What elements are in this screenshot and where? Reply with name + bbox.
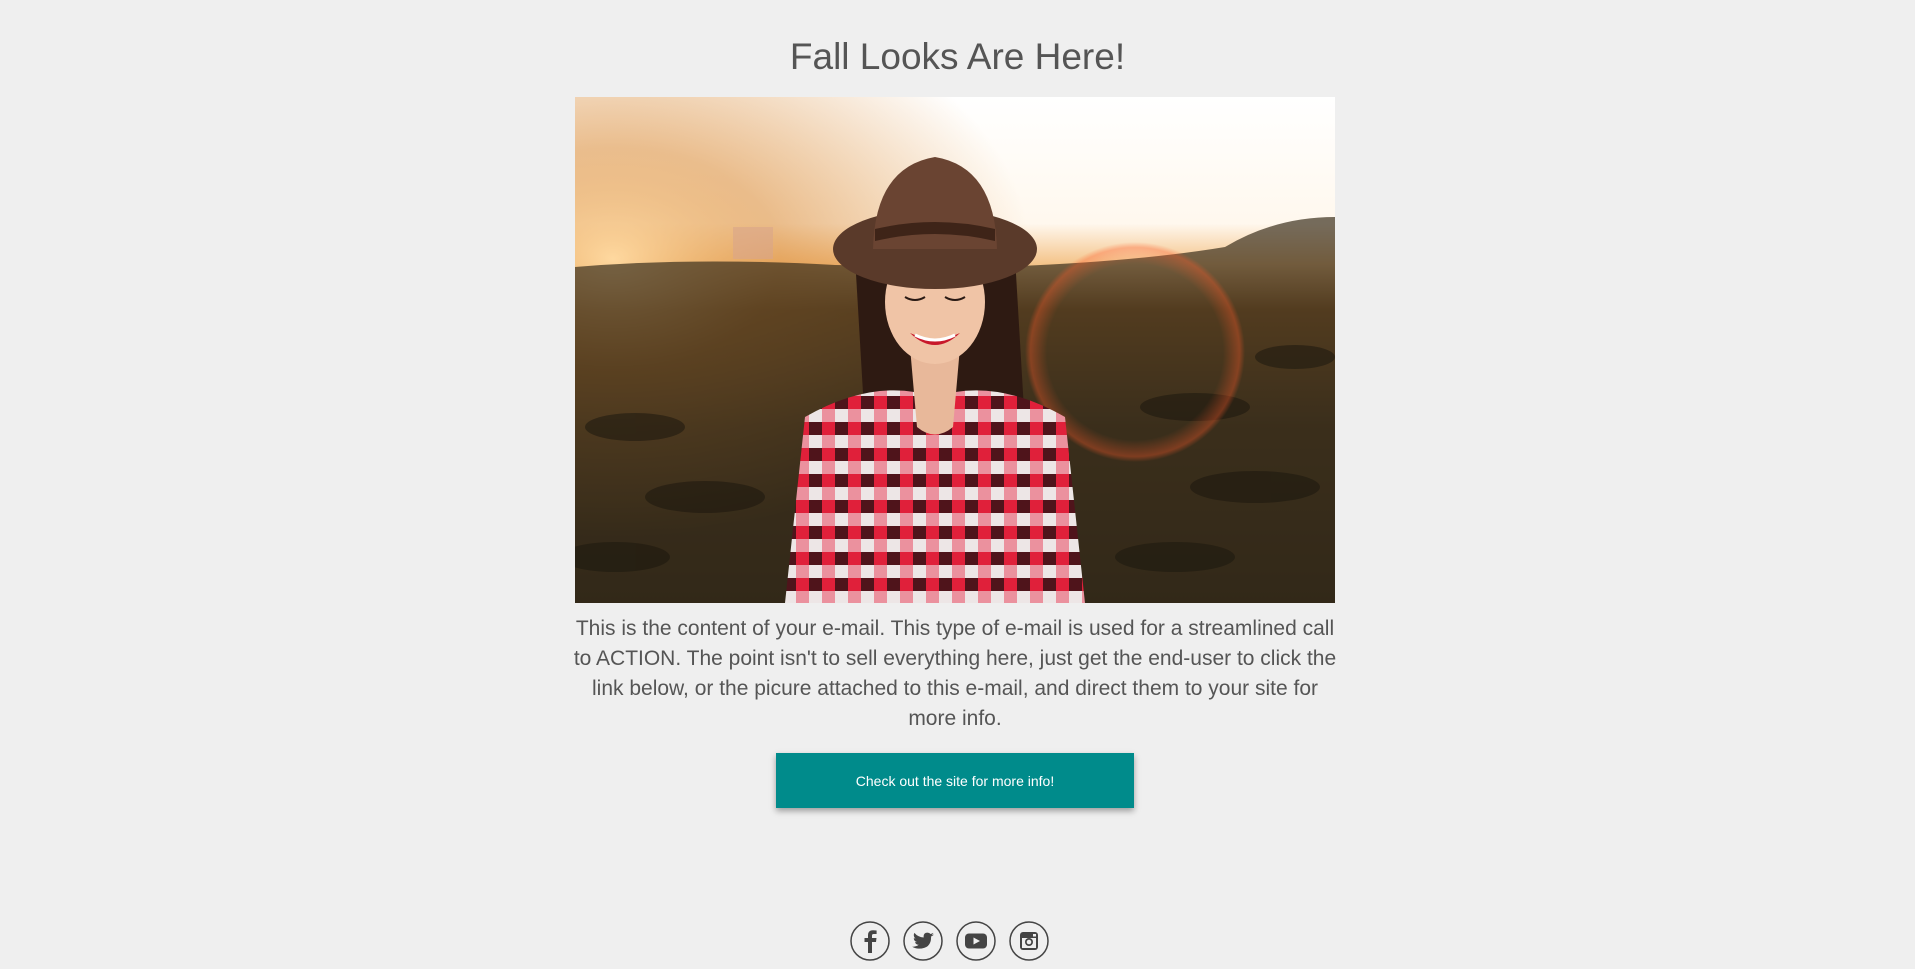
youtube-icon[interactable] — [956, 921, 996, 961]
social-links — [850, 921, 1049, 961]
headline: Fall Looks Are Here! — [789, 36, 1126, 77]
body-text: This is the content of your e-mail. This… — [573, 617, 1337, 730]
hero-photo — [575, 97, 1335, 603]
cta-button[interactable]: Check out the site for more info! — [776, 753, 1134, 808]
hero-image[interactable] — [575, 97, 1335, 603]
instagram-icon[interactable] — [1009, 921, 1049, 961]
facebook-icon[interactable] — [850, 921, 890, 961]
email-page: Fall Looks Are Here! This is the content… — [0, 0, 1915, 969]
twitter-icon[interactable] — [903, 921, 943, 961]
